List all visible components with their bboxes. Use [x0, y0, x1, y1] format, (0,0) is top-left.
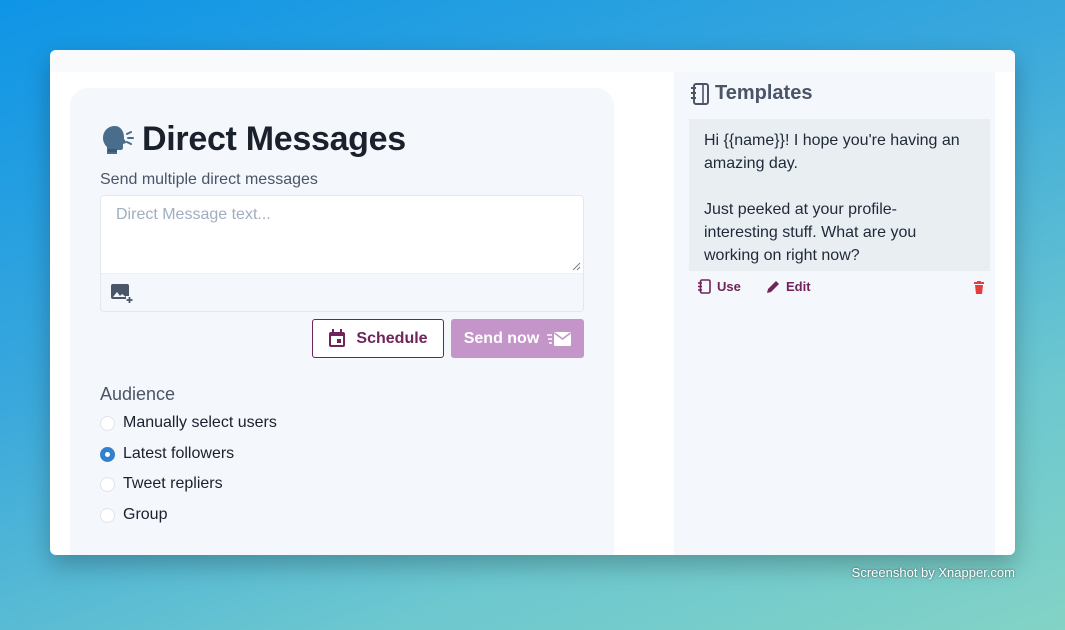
radio-label: Tweet repliers [123, 475, 223, 492]
radio-button-checked[interactable] [100, 446, 115, 462]
title-row: Direct Messages [100, 120, 406, 159]
send-label: Send now [463, 329, 540, 347]
add-image-icon[interactable] [111, 284, 133, 304]
templates-title: Templates [715, 82, 813, 104]
radio-button[interactable] [100, 476, 115, 492]
message-toolbar [101, 273, 583, 311]
templates-panel: Templates Hi {{name}}! I hope you're hav… [674, 72, 995, 555]
message-input[interactable]: Direct Message text... [101, 196, 583, 274]
radio-label: Latest followers [123, 445, 235, 462]
radio-group[interactable]: Group [100, 506, 167, 524]
notebook-icon [698, 279, 711, 294]
notebook-icon [691, 82, 709, 105]
calendar-icon [329, 329, 346, 347]
trash-icon[interactable] [974, 281, 984, 294]
template-actions: Use Edit [689, 279, 990, 299]
schedule-label: Schedule [356, 329, 428, 347]
radio-label: Group [123, 506, 168, 523]
app-window: Direct Messages Send multiple direct mes… [50, 50, 1015, 555]
radio-label: Manually select users [123, 414, 277, 431]
use-label: Use [717, 279, 741, 294]
radio-button[interactable] [100, 415, 115, 431]
schedule-button[interactable]: Schedule [312, 319, 444, 358]
pencil-icon [767, 280, 779, 293]
send-now-button[interactable]: Send now [451, 319, 584, 358]
page-subtitle: Send multiple direct messages [100, 171, 318, 188]
resize-grip-icon[interactable] [572, 262, 581, 271]
speaking-head-icon [103, 125, 134, 154]
compose-panel: Direct Messages Send multiple direct mes… [70, 88, 614, 555]
watermark: Screenshot by Xnapper.com [851, 565, 1015, 580]
use-template-button[interactable]: Use [698, 279, 741, 294]
edit-label: Edit [786, 279, 811, 294]
radio-latest-followers[interactable]: Latest followers [100, 445, 234, 463]
radio-tweet-repliers[interactable]: Tweet repliers [100, 475, 223, 493]
page-title: Direct Messages [142, 120, 406, 158]
template-card[interactable]: Hi {{name}}! I hope you're having an ama… [689, 119, 990, 271]
audience-label: Audience [100, 384, 176, 404]
templates-header: Templates [691, 82, 812, 105]
radio-button[interactable] [100, 507, 115, 523]
edit-template-button[interactable]: Edit [766, 279, 811, 294]
send-mail-icon [547, 331, 572, 346]
radio-manually-select-users[interactable]: Manually select users [100, 414, 277, 432]
message-editor: Direct Message text... [100, 195, 584, 312]
top-strip [50, 50, 1015, 72]
